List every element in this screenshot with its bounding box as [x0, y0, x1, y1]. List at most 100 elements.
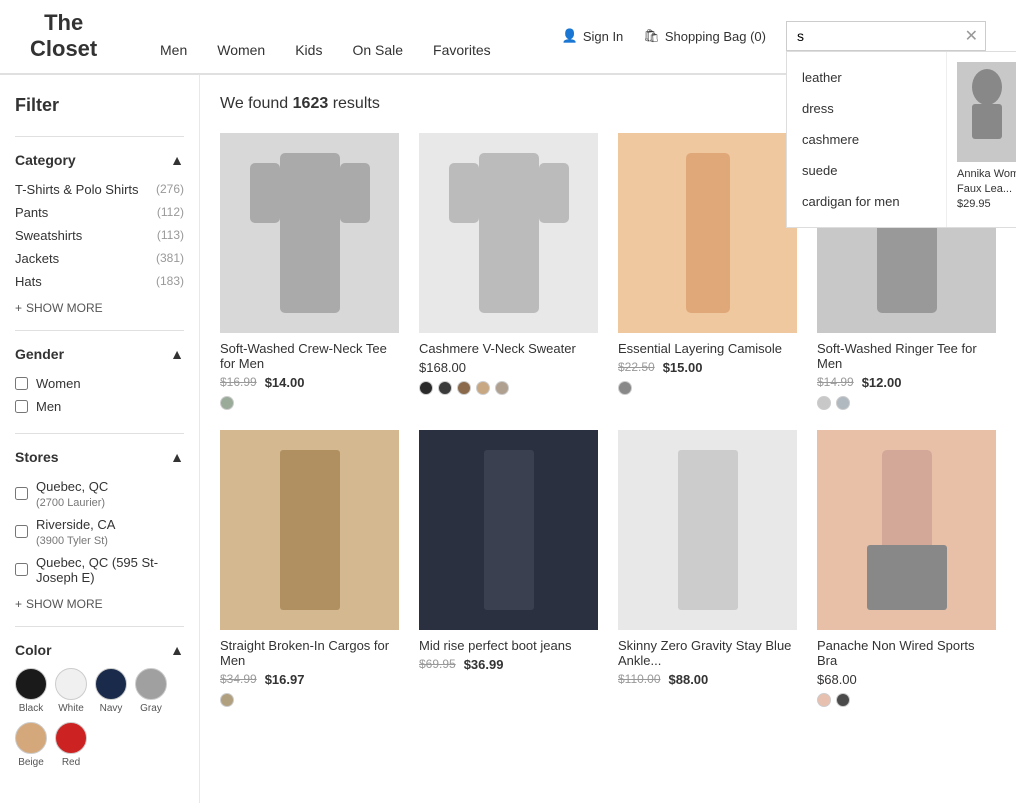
- plus-icon: +: [15, 301, 22, 315]
- product-image-6: [618, 430, 797, 630]
- product-card-5[interactable]: Mid rise perfect boot jeans $69.95 $36.9…: [419, 430, 598, 707]
- product-card-0[interactable]: Soft-Washed Crew-Neck Tee for Men $16.99…: [220, 133, 399, 410]
- color-dot: [457, 381, 471, 395]
- filter-store-0[interactable]: Quebec, QC (2700 Laurier): [15, 475, 184, 513]
- color-title: Color: [15, 642, 52, 658]
- product-colors-4: [220, 693, 399, 707]
- color-chevron: ▲: [170, 642, 184, 658]
- shopping-bag-link[interactable]: 🛍 Shopping Bag (0): [643, 28, 766, 44]
- swatch-red-circle[interactable]: [55, 722, 87, 754]
- filter-label-pants: Pants: [15, 205, 48, 220]
- swatch-navy-circle[interactable]: [95, 668, 127, 700]
- filter-count-hats: (183): [156, 274, 184, 288]
- swatch-white-circle[interactable]: [55, 668, 87, 700]
- results-count: 1623: [293, 95, 329, 112]
- swatch-beige[interactable]: Beige: [15, 722, 47, 768]
- filter-item-sweatshirts[interactable]: Sweatshirts (113): [15, 224, 184, 247]
- swatch-gray[interactable]: Gray: [135, 668, 167, 714]
- original-price-3: $14.99: [817, 375, 854, 389]
- product-prices-1: $168.00: [419, 360, 598, 375]
- filter-count-pants: (112): [157, 205, 184, 219]
- filter-store-1[interactable]: Riverside, CA (3900 Tyler St): [15, 513, 184, 551]
- category-show-more[interactable]: + SHOW MORE: [15, 301, 184, 315]
- filter-label-store-2: Quebec, QC (595 St-Joseph E): [36, 555, 184, 585]
- swatch-red[interactable]: Red: [55, 722, 87, 768]
- original-price-6: $110.00: [618, 672, 661, 686]
- filter-women[interactable]: Women: [15, 372, 184, 395]
- color-dot: [495, 381, 509, 395]
- checkbox-store-0[interactable]: [15, 487, 28, 500]
- nav-item-women[interactable]: Women: [217, 27, 265, 73]
- filter-store-2[interactable]: Quebec, QC (595 St-Joseph E): [15, 551, 184, 589]
- results-suffix: results: [333, 95, 380, 112]
- checkbox-women[interactable]: [15, 377, 28, 390]
- product-name-1: Cashmere V-Neck Sweater: [419, 341, 598, 356]
- product-prices-4: $34.99 $16.97: [220, 672, 399, 687]
- swatch-black[interactable]: Black: [15, 668, 47, 714]
- product-card-6[interactable]: Skinny Zero Gravity Stay Blue Ankle... $…: [618, 430, 797, 707]
- filter-men[interactable]: Men: [15, 395, 184, 418]
- color-dot: [817, 396, 831, 410]
- filter-item-hats[interactable]: Hats (183): [15, 270, 184, 293]
- filter-item-tshirts[interactable]: T-Shirts & Polo Shirts (276): [15, 178, 184, 201]
- dropdown-product-0[interactable]: Annika Women's Faux Lea... $29.95: [957, 62, 1016, 217]
- product-prices-3: $14.99 $12.00: [817, 375, 996, 390]
- nav-item-kids[interactable]: Kids: [295, 27, 322, 73]
- checkbox-store-2[interactable]: [15, 563, 28, 576]
- nav-item-on-sale[interactable]: On Sale: [352, 27, 403, 73]
- category-header[interactable]: Category ▲: [15, 152, 184, 168]
- main-nav: Men Women Kids On Sale Favorites: [130, 27, 521, 73]
- filter-label-hats: Hats: [15, 274, 42, 289]
- gender-chevron: ▲: [170, 346, 184, 362]
- product-card-1[interactable]: Cashmere V-Neck Sweater $168.00: [419, 133, 598, 410]
- suggestion-leather[interactable]: leather: [787, 62, 946, 93]
- category-chevron: ▲: [170, 152, 184, 168]
- search-input[interactable]: [786, 21, 986, 51]
- gender-header[interactable]: Gender ▲: [15, 346, 184, 362]
- price-1: $168.00: [419, 360, 466, 375]
- nav-item-men[interactable]: Men: [160, 27, 187, 73]
- stores-title: Stores: [15, 449, 59, 465]
- product-colors-7: [817, 693, 996, 707]
- swatch-gray-circle[interactable]: [135, 668, 167, 700]
- original-price-0: $16.99: [220, 375, 257, 389]
- swatch-black-circle[interactable]: [15, 668, 47, 700]
- product-name-0: Soft-Washed Crew-Neck Tee for Men: [220, 341, 399, 371]
- original-price-5: $69.95: [419, 657, 456, 671]
- checkbox-store-1[interactable]: [15, 525, 28, 538]
- filter-item-jackets[interactable]: Jackets (381): [15, 247, 184, 270]
- original-price-4: $34.99: [220, 672, 257, 686]
- filter-count-sweatshirts: (113): [157, 228, 184, 242]
- swatch-navy[interactable]: Navy: [95, 668, 127, 714]
- sign-in-link[interactable]: 👤 Sign In: [562, 28, 624, 44]
- color-header[interactable]: Color ▲: [15, 642, 184, 658]
- checkbox-men[interactable]: [15, 400, 28, 413]
- logo[interactable]: The Closet: [30, 10, 97, 63]
- swatch-beige-circle[interactable]: [15, 722, 47, 754]
- product-card-2[interactable]: Essential Layering Camisole $22.50 $15.0…: [618, 133, 797, 410]
- stores-show-more[interactable]: + SHOW MORE: [15, 597, 184, 611]
- filter-section-category: Category ▲ T-Shirts & Polo Shirts (276) …: [15, 136, 184, 330]
- product-prices-7: $68.00: [817, 672, 996, 687]
- product-card-4[interactable]: Straight Broken-In Cargos for Men $34.99…: [220, 430, 399, 707]
- swatch-white[interactable]: White: [55, 668, 87, 714]
- nav-item-favorites[interactable]: Favorites: [433, 27, 491, 73]
- sale-price-0: $14.00: [265, 375, 305, 390]
- suggestion-cardigan[interactable]: cardigan for men: [787, 186, 946, 217]
- price-7: $68.00: [817, 672, 857, 687]
- filter-item-pants[interactable]: Pants (112): [15, 201, 184, 224]
- suggestion-cashmere[interactable]: cashmere: [787, 124, 946, 155]
- color-dot: [836, 396, 850, 410]
- bag-icon: 🛍: [643, 28, 660, 44]
- product-image-7: [817, 430, 996, 630]
- suggestion-suede[interactable]: suede: [787, 155, 946, 186]
- product-card-7[interactable]: Panache Non Wired Sports Bra $68.00: [817, 430, 996, 707]
- product-name-4: Straight Broken-In Cargos for Men: [220, 638, 399, 668]
- header: The Closet Men Women Kids On Sale Favori…: [0, 0, 1016, 74]
- sale-price-2: $15.00: [663, 360, 703, 375]
- product-colors-2: [618, 381, 797, 395]
- search-clear-button[interactable]: ✕: [965, 26, 978, 46]
- suggestion-dress[interactable]: dress: [787, 93, 946, 124]
- stores-header[interactable]: Stores ▲: [15, 449, 184, 465]
- swatch-white-label: White: [58, 703, 84, 714]
